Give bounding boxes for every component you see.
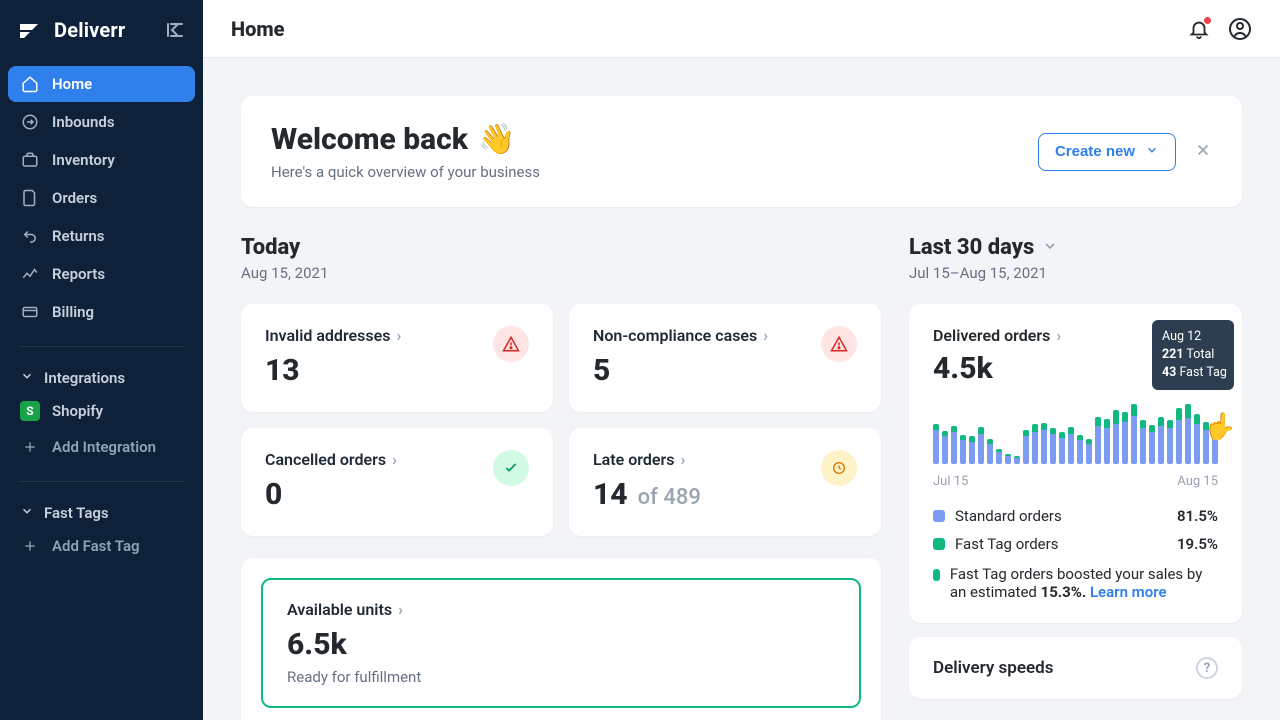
period-title: Last 30 days — [909, 235, 1034, 260]
alert-icon — [493, 326, 529, 362]
shopify-icon: S — [20, 401, 40, 421]
nav-home[interactable]: Home — [8, 66, 195, 102]
add-fast-tag[interactable]: Add Fast Tag — [8, 528, 195, 564]
nav-returns[interactable]: Returns — [8, 218, 195, 254]
nav-label: Inbounds — [52, 113, 115, 131]
chevron-right-icon: › — [763, 326, 768, 345]
chevron-down-icon — [1145, 143, 1159, 161]
divider — [18, 346, 185, 347]
chevron-down-icon — [20, 369, 34, 387]
home-icon — [20, 74, 40, 94]
period-range: Jul 15–Aug 15, 2021 — [909, 264, 1242, 282]
welcome-subtitle: Here's a quick overview of your business — [271, 163, 540, 181]
period-dropdown-icon[interactable] — [1042, 238, 1058, 258]
delivery-speeds-card[interactable]: Delivery speeds ? — [909, 637, 1242, 699]
nav-label: Returns — [52, 227, 105, 245]
welcome-title: Welcome back — [271, 122, 468, 157]
notifications-icon[interactable] — [1188, 18, 1210, 40]
chevron-right-icon: › — [396, 326, 401, 345]
card-cancelled[interactable]: Cancelled orders › 0 — [241, 428, 553, 536]
inbound-icon — [20, 112, 40, 132]
account-icon[interactable] — [1228, 17, 1252, 41]
legend-standard: Standard orders 81.5% — [933, 507, 1218, 525]
learn-more-link[interactable]: Learn more — [1090, 583, 1167, 601]
collapse-sidebar-icon[interactable] — [165, 20, 185, 40]
chevron-right-icon: › — [398, 600, 403, 619]
delivered-chart[interactable]: Jul 15 Aug 15 — [933, 400, 1218, 489]
inventory-icon — [20, 150, 40, 170]
nav-label: Home — [52, 75, 92, 93]
chart-tooltip: Aug 12 221 Total 43 Fast Tag — [1152, 320, 1234, 390]
swatch-icon — [933, 569, 940, 581]
topbar: Home — [203, 0, 1280, 58]
create-new-button[interactable]: Create new — [1038, 133, 1176, 171]
today-title: Today — [241, 235, 881, 260]
brand-logo[interactable]: Deliverr — [18, 18, 125, 42]
nav-label: Reports — [52, 265, 105, 283]
today-date: Aug 15, 2021 — [241, 264, 881, 282]
chevron-right-icon: › — [392, 450, 397, 469]
swatch-icon — [933, 510, 945, 522]
chevron-right-icon: › — [680, 450, 685, 469]
nav-label: Billing — [52, 303, 94, 321]
chevron-down-icon — [20, 504, 34, 522]
add-integration[interactable]: Add Integration — [8, 429, 195, 465]
integrations-header[interactable]: Integrations — [8, 363, 195, 393]
returns-icon — [20, 226, 40, 246]
logo-mark-icon — [18, 20, 46, 40]
page-title: Home — [231, 17, 285, 41]
nav-inventory[interactable]: Inventory — [8, 142, 195, 178]
alert-icon — [821, 326, 857, 362]
card-late-orders[interactable]: Late orders › 14 of 489 — [569, 428, 881, 536]
chevron-right-icon[interactable]: › — [1056, 326, 1061, 345]
nav-label: Orders — [52, 189, 97, 207]
card-available-units[interactable]: Available units › 6.5k Ready for fulfill… — [241, 558, 881, 720]
nav-billing[interactable]: Billing — [8, 294, 195, 330]
boost-message: Fast Tag orders boosted your sales by an… — [933, 565, 1218, 601]
plus-icon — [20, 536, 40, 556]
billing-icon — [20, 302, 40, 322]
nav-inbounds[interactable]: Inbounds — [8, 104, 195, 140]
nav-reports[interactable]: Reports — [8, 256, 195, 292]
help-icon[interactable]: ? — [1196, 657, 1218, 679]
check-icon — [493, 450, 529, 486]
pointer-emoji: 👆 — [1204, 412, 1236, 442]
fast-tags-header[interactable]: Fast Tags — [8, 498, 195, 528]
sidebar: Deliverr Home Inbounds Inventory Orders — [0, 0, 203, 720]
card-invalid-addresses[interactable]: Invalid addresses › 13 — [241, 304, 553, 412]
close-icon[interactable] — [1194, 141, 1212, 163]
swatch-icon — [933, 538, 945, 550]
nav-label: Inventory — [52, 151, 115, 169]
reports-icon — [20, 264, 40, 284]
brand-name: Deliverr — [54, 18, 125, 42]
plus-icon — [20, 437, 40, 457]
legend-fast: Fast Tag orders 19.5% — [933, 535, 1218, 553]
integration-shopify[interactable]: S Shopify — [8, 393, 195, 429]
orders-icon — [20, 188, 40, 208]
card-noncompliance[interactable]: Non-compliance cases › 5 — [569, 304, 881, 412]
wave-emoji: 👋 — [478, 122, 515, 157]
nav-orders[interactable]: Orders — [8, 180, 195, 216]
delivered-orders-card: Delivered orders › 4.5k Aug 12 221 Total… — [909, 304, 1242, 623]
clock-icon — [821, 450, 857, 486]
divider — [18, 481, 185, 482]
welcome-card: Welcome back 👋 Here's a quick overview o… — [241, 96, 1242, 207]
